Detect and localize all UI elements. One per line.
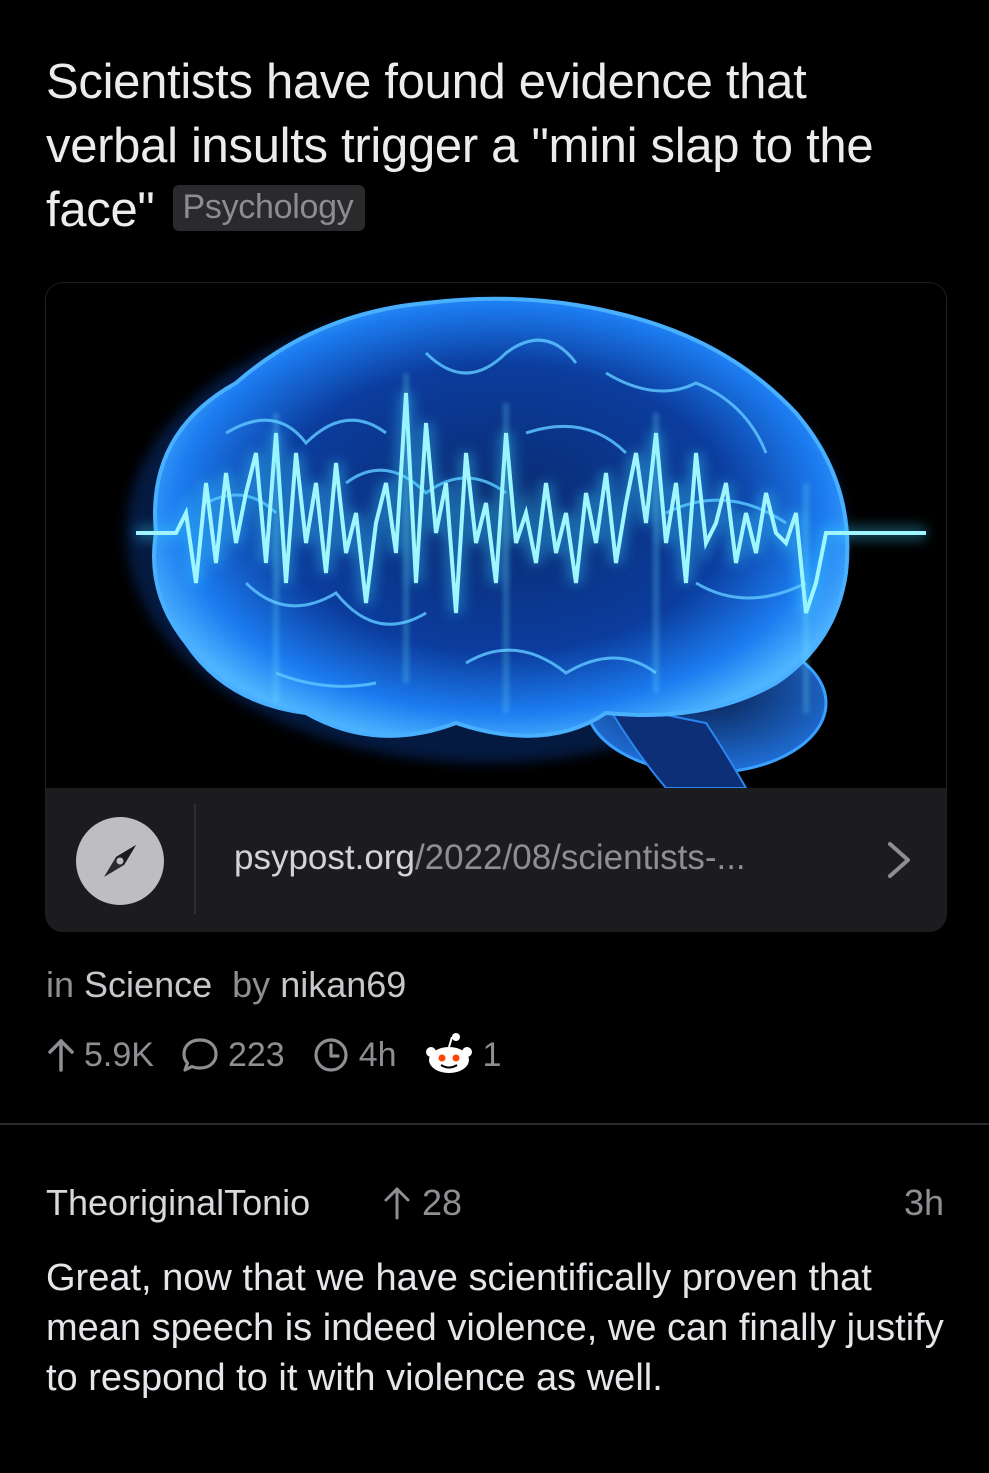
upvote-arrow-icon [384,1187,410,1220]
comment-bubble-icon [182,1038,218,1072]
upvote-arrow-icon [48,1039,74,1072]
upvote-count: 5.9K [84,1035,154,1074]
age-stat: 4h [311,1035,397,1075]
post-meta: in Science by nikan69 [46,962,406,1008]
upvote-stat[interactable]: 5.9K [46,1036,154,1075]
post-title-text: Scientists have found evidence that verb… [46,55,874,237]
link-thumbnail[interactable] [46,283,946,789]
reddit-snoo-award-icon [425,1033,472,1073]
comment-count: 223 [227,1035,285,1074]
brain-waveform-image [46,283,946,789]
link-url[interactable]: psypost.org/2022/08/scientists-... [234,836,746,880]
comment-body: Great, now that we have scientifically p… [46,1257,944,1399]
link-preview-card[interactable]: psypost.org/2022/08/scientists-... [45,282,947,932]
in-label: in [46,964,75,1005]
author-link[interactable]: nikan69 [280,964,406,1005]
link-bar[interactable]: psypost.org/2022/08/scientists-... [46,788,946,931]
comment-score[interactable]: 28 [382,1180,462,1226]
section-divider [0,1123,989,1125]
comment-stat[interactable]: 223 [180,1035,285,1075]
link-path: /2022/08/scientists-... [414,838,746,877]
clock-icon [314,1038,348,1072]
comment-author[interactable]: TheoriginalTonio [46,1180,310,1226]
link-domain: psypost.org [234,838,415,877]
award-stat[interactable]: 1 [423,1032,502,1078]
comment-time: 3h [903,1182,944,1223]
post-title: Scientists have found evidence that verb… [46,50,946,242]
subreddit-link[interactable]: Science [84,964,212,1005]
by-label: by [232,964,271,1005]
comment-score-value: 28 [422,1182,463,1223]
comment-header: TheoriginalTonio 28 3h [46,1180,944,1226]
chevron-right-icon [888,842,910,878]
compass-icon [76,817,164,905]
award-count: 1 [482,1035,502,1074]
post-stats: 5.9K 223 4h 1 [46,1030,527,1080]
post-detail-screen: Scientists have found evidence that verb… [0,0,989,1473]
link-divider [194,804,196,914]
post-age: 4h [358,1035,397,1074]
post-flair[interactable]: Psychology [172,185,366,231]
